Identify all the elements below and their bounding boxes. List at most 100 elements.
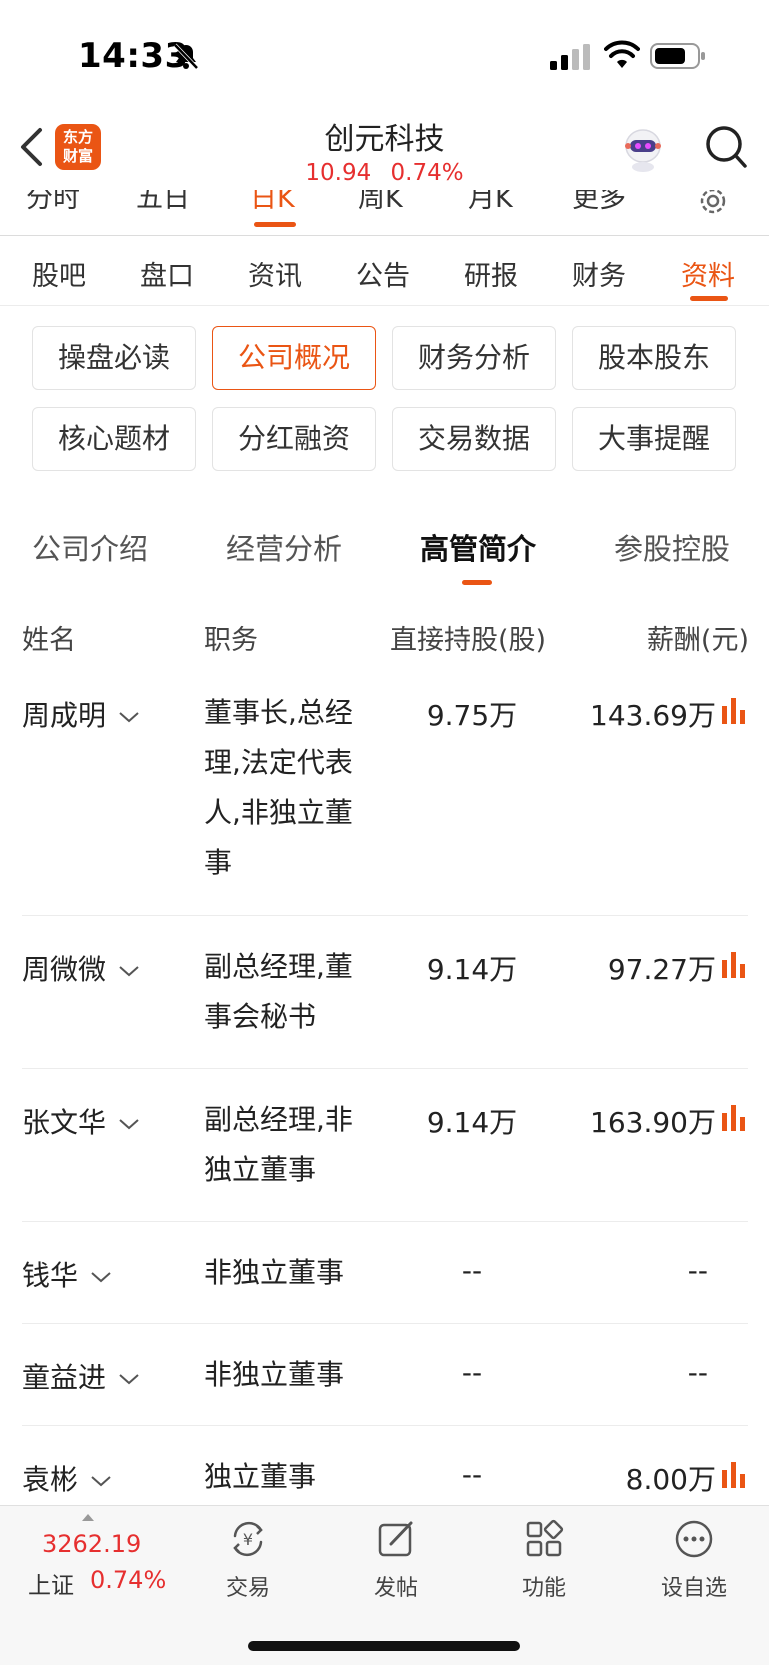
table-row[interactable]: 钱华 非独立董事 -- -- xyxy=(22,1222,748,1324)
tab-profile[interactable]: 资料 xyxy=(663,254,753,293)
functions-label: 功能 xyxy=(521,1576,566,1601)
exec-shares: -- xyxy=(461,1254,483,1287)
index-change-pct: 0.74% xyxy=(90,1566,167,1594)
caret-up-icon xyxy=(82,1514,94,1521)
exec-name: 周成明 xyxy=(22,699,107,732)
tab-pankou[interactable]: 盘口 xyxy=(122,254,212,293)
tab-research[interactable]: 研报 xyxy=(446,254,536,293)
chart-tab-indicator xyxy=(254,222,296,227)
stock-header: 东方 财富 创元科技 10.94 0.74% xyxy=(0,110,769,192)
tab-business-analysis[interactable]: 经营分析 xyxy=(226,526,342,568)
tab-executives[interactable]: 高管简介 xyxy=(420,526,536,568)
exec-position: 副总经理,董事会秘书 xyxy=(204,950,353,1033)
exec-name: 童益进 xyxy=(22,1361,107,1394)
more-circle-icon xyxy=(675,1520,713,1558)
main-tab-indicator xyxy=(690,296,728,301)
exec-shares: -- xyxy=(461,1356,483,1389)
home-indicator[interactable] xyxy=(248,1641,520,1651)
tab-news[interactable]: 资讯 xyxy=(230,254,320,293)
post-button[interactable]: 发帖 xyxy=(346,1518,446,1602)
exec-salary: -- xyxy=(687,1356,708,1389)
btn-company-overview[interactable]: 公司概况 xyxy=(212,326,376,390)
tab-company-intro[interactable]: 公司介绍 xyxy=(32,526,148,568)
col-salary: 薪酬(元) xyxy=(646,625,749,656)
bar-chart-icon[interactable] xyxy=(720,1105,748,1131)
exec-shares: 9.14万 xyxy=(426,953,518,986)
tab-monthly-k[interactable]: 月K xyxy=(468,190,513,215)
tab-announcements[interactable]: 公告 xyxy=(338,254,428,293)
sub-tab-indicator xyxy=(462,580,492,585)
col-name: 姓名 xyxy=(22,625,76,656)
exec-salary: 163.90万 xyxy=(590,1106,716,1139)
table-row[interactable]: 袁彬 独立董事 -- 8.00万 xyxy=(22,1426,748,1506)
trade-button[interactable]: ¥ 交易 xyxy=(198,1518,298,1602)
exec-salary: 143.69万 xyxy=(590,699,716,732)
exec-position: 副总经理,非独立董事 xyxy=(204,1103,353,1186)
tab-guba[interactable]: 股吧 xyxy=(14,254,104,293)
exec-salary: -- xyxy=(687,1254,708,1287)
btn-major-events[interactable]: 大事提醒 xyxy=(572,407,736,471)
index-value: 3262.19 xyxy=(42,1530,142,1558)
exec-position: 非独立董事 xyxy=(204,1256,345,1289)
index-name: 上证 xyxy=(28,1573,74,1599)
tab-five-day[interactable]: 五日 xyxy=(136,190,190,215)
battery-icon xyxy=(650,43,705,69)
svg-text:¥: ¥ xyxy=(243,1530,253,1549)
table-row[interactable]: 周微微 副总经理,董事会秘书 9.14万 97.27万 xyxy=(22,916,748,1069)
chevron-down-icon[interactable] xyxy=(118,1372,140,1386)
chevron-down-icon[interactable] xyxy=(90,1474,112,1488)
exec-position: 董事长,总经理,法定代表人,非独立董事 xyxy=(204,696,353,879)
bell-muted-icon xyxy=(173,43,199,70)
bar-chart-icon[interactable] xyxy=(720,698,748,724)
grid-apps-icon xyxy=(526,1519,564,1557)
chevron-down-icon[interactable] xyxy=(90,1270,112,1284)
table-row[interactable]: 周成明 董事长,总经理,法定代表人,非独立董事 9.75万 143.69万 xyxy=(22,668,748,916)
bar-chart-icon[interactable] xyxy=(720,952,748,978)
btn-shareholders[interactable]: 股本股东 xyxy=(572,326,736,390)
table-row[interactable]: 童益进 非独立董事 -- -- xyxy=(22,1324,748,1426)
wifi-icon xyxy=(604,40,640,68)
exec-salary: 8.00万 xyxy=(625,1463,716,1496)
exec-name: 张文华 xyxy=(22,1106,107,1139)
exec-shares: 9.75万 xyxy=(426,699,518,732)
stock-change-pct: 0.74% xyxy=(390,160,464,186)
add-watchlist-label: 设自选 xyxy=(660,1576,727,1601)
exec-salary: 97.27万 xyxy=(607,953,716,986)
chevron-down-icon[interactable] xyxy=(118,710,140,724)
table-row[interactable]: 张文华 副总经理,非独立董事 9.14万 163.90万 xyxy=(22,1069,748,1222)
chevron-down-icon[interactable] xyxy=(118,964,140,978)
tab-weekly-k[interactable]: 周K xyxy=(358,190,403,215)
chevron-down-icon[interactable] xyxy=(118,1117,140,1131)
functions-button[interactable]: 功能 xyxy=(494,1518,594,1602)
col-position: 职务 xyxy=(204,625,258,656)
chart-period-tabs: 分时 五日 日K 周K 月K 更多 xyxy=(0,190,769,236)
bar-chart-icon[interactable] xyxy=(720,1462,748,1488)
btn-dividends-financing[interactable]: 分红融资 xyxy=(212,407,376,471)
tab-more[interactable]: 更多 xyxy=(572,190,626,215)
col-shares: 直接持股(股) xyxy=(390,625,547,656)
exec-name: 钱华 xyxy=(22,1259,79,1292)
btn-trading-data[interactable]: 交易数据 xyxy=(392,407,556,471)
status-bar: 14:33 xyxy=(0,0,769,110)
btn-financial-analysis[interactable]: 财务分析 xyxy=(392,326,556,390)
trade-yen-icon: ¥ xyxy=(233,1521,263,1557)
main-tabs: 股吧 盘口 资讯 公告 研报 财务 资料 xyxy=(0,236,769,306)
tab-daily-k[interactable]: 日K xyxy=(250,190,295,215)
btn-core-themes[interactable]: 核心题材 xyxy=(32,407,196,471)
search-icon[interactable] xyxy=(704,124,748,172)
tab-intraday[interactable]: 分时 xyxy=(26,190,80,215)
cellular-signal-icon xyxy=(550,44,590,70)
trade-label: 交易 xyxy=(225,1576,270,1601)
tab-finance[interactable]: 财务 xyxy=(554,254,644,293)
tab-equity-holdings[interactable]: 参股控股 xyxy=(614,526,730,568)
exec-shares: -- xyxy=(461,1458,483,1491)
post-label: 发帖 xyxy=(373,1576,418,1601)
btn-trading-must-read[interactable]: 操盘必读 xyxy=(32,326,196,390)
robot-assistant-icon[interactable] xyxy=(618,124,668,174)
edit-icon xyxy=(378,1521,413,1557)
add-watchlist-button[interactable]: 设自选 xyxy=(644,1518,744,1602)
stock-price: 10.94 xyxy=(305,160,372,186)
exec-position: 独立董事 xyxy=(204,1460,317,1493)
gear-icon[interactable] xyxy=(696,190,730,218)
exec-name: 袁彬 xyxy=(22,1463,79,1496)
